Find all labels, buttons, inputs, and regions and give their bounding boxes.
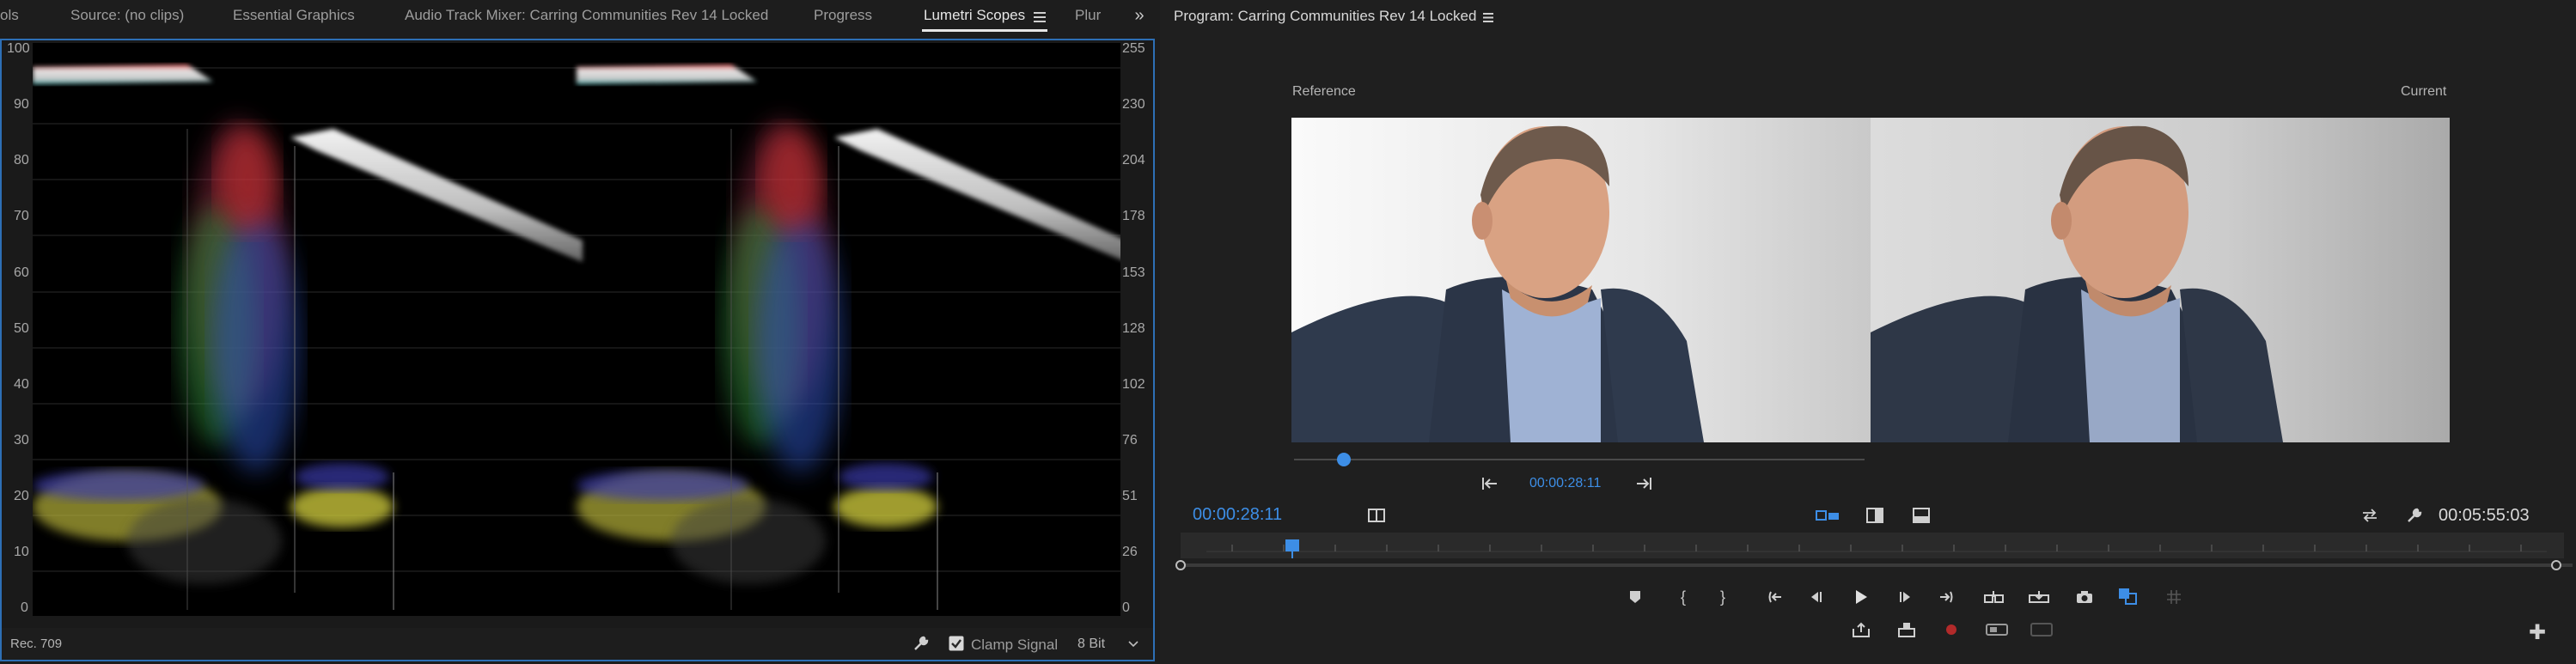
side-by-side-icon[interactable] (1815, 507, 1840, 524)
lumetri-scopes-panel: ols Source: (no clips) Essential Graphic… (0, 0, 1155, 664)
interviewee-image (1291, 125, 1704, 442)
tab-source[interactable]: Source: (no clips) (70, 7, 184, 24)
overwrite-icon[interactable] (2028, 588, 2050, 606)
go-to-in-icon[interactable] (1763, 588, 1784, 606)
right-tick: 128 (1122, 321, 1145, 336)
lift-icon[interactable] (1851, 620, 1871, 639)
right-tick: 204 (1122, 153, 1145, 168)
zoom-handle-right[interactable] (2551, 560, 2561, 570)
vertical-split-icon[interactable] (1865, 505, 1885, 526)
tab-controls[interactable]: ols (0, 7, 19, 24)
record-icon[interactable] (1942, 620, 1961, 639)
left-tick: 0 (21, 600, 28, 615)
add-button-icon[interactable]: ✚ (2528, 621, 2547, 644)
play-icon[interactable] (1851, 587, 1871, 607)
right-tick: 102 (1122, 377, 1145, 392)
bit-depth-dropdown[interactable]: 8 Bit (1069, 633, 1148, 655)
step-back-icon[interactable] (1806, 588, 1825, 606)
playhead-marker[interactable] (1285, 539, 1299, 551)
tab-plur[interactable]: Plur (1075, 7, 1101, 24)
tab-essential-graphics[interactable]: Essential Graphics (233, 7, 355, 24)
insert-icon[interactable] (1983, 588, 2005, 606)
left-tick: 90 (14, 97, 29, 112)
reference-timecode: 00:00:28:11 (1529, 476, 1602, 490)
left-tick: 50 (14, 321, 29, 336)
export-frame-icon[interactable] (2074, 588, 2095, 606)
vr-video-icon[interactable] (2030, 620, 2054, 639)
waveform-scope (33, 43, 1120, 616)
left-tick: 20 (14, 489, 29, 503)
panel-menu-icon[interactable] (1031, 9, 1048, 26)
interviewee-image (1871, 125, 2283, 442)
reference-frame (1291, 118, 1871, 442)
right-tick: 255 (1122, 41, 1145, 56)
tab-bar: ols Source: (no clips) Essential Graphic… (0, 0, 1155, 36)
zoom-scrollbar[interactable] (1181, 563, 2573, 567)
duration-timecode: 00:05:55:03 (2439, 506, 2530, 525)
playhead-line (1291, 551, 1293, 558)
comparison-view-icon[interactable] (2116, 586, 2139, 606)
left-tick: 30 (14, 433, 29, 448)
left-tick: 80 (14, 153, 29, 168)
horizontal-split-icon[interactable] (1911, 505, 1932, 526)
program-monitor-panel: Program: Carring Communities Rev 14 Lock… (1160, 0, 2576, 664)
wrench-icon[interactable] (911, 633, 931, 654)
zoom-handle-left[interactable] (1175, 560, 1186, 570)
toggle-proxies-icon[interactable] (1985, 620, 2009, 639)
right-tick: 0 (1122, 600, 1130, 615)
right-tick: 153 (1122, 265, 1145, 280)
extract-icon[interactable] (1896, 620, 1917, 639)
colorspace-label: Rec. 709 (10, 637, 63, 651)
mark-out-icon[interactable]: } (1713, 588, 1732, 606)
add-marker-icon[interactable] (1626, 588, 1645, 606)
clamp-signal-label: Clamp Signal (971, 637, 1059, 653)
step-forward-icon[interactable] (1896, 588, 1915, 606)
program-title: Program: Carring Communities Rev 14 Lock… (1174, 8, 1477, 24)
active-tab-underline (922, 29, 1047, 32)
right-tick: 26 (1122, 545, 1138, 559)
tab-audio-track-mixer[interactable]: Audio Track Mixer: Carring Communities R… (405, 7, 768, 24)
reference-label: Reference (1292, 84, 1356, 99)
swap-sides-icon[interactable] (2359, 505, 2380, 526)
current-frame (1871, 118, 2450, 442)
right-tick: 51 (1122, 489, 1138, 503)
reference-scrubber-track[interactable] (1294, 459, 1865, 460)
tab-lumetri-scopes[interactable]: Lumetri Scopes (924, 7, 1025, 24)
right-tick: 230 (1122, 97, 1145, 112)
right-tick: 76 (1122, 433, 1138, 448)
fit-frame-icon[interactable] (1366, 505, 1387, 526)
right-tick: 178 (1122, 209, 1145, 223)
left-tick: 40 (14, 377, 29, 392)
wrench-icon[interactable] (2404, 505, 2425, 526)
left-tick: 60 (14, 265, 29, 280)
playhead-timecode[interactable]: 00:00:28:11 (1193, 505, 1282, 525)
mark-in-icon[interactable]: { (1674, 588, 1693, 606)
scope-footer: Rec. 709 Clamp Signal 8 Bit (2, 628, 1153, 660)
clamp-signal-checkbox[interactable] (948, 635, 965, 652)
left-tick: 100 (7, 41, 30, 56)
left-tick: 70 (14, 209, 29, 223)
bit-depth-value: 8 Bit (1077, 637, 1106, 651)
reference-scrubber-handle[interactable] (1337, 453, 1351, 466)
left-tick: 10 (14, 545, 29, 559)
panel-menu-icon[interactable] (1480, 9, 1497, 26)
go-to-previous-edit-icon[interactable] (1480, 473, 1500, 494)
current-label: Current (2401, 84, 2447, 99)
tab-progress[interactable]: Progress (814, 7, 872, 24)
overlay-grid-icon[interactable] (2164, 588, 2184, 606)
time-ruler[interactable] (1181, 533, 2564, 558)
overflow-chevrons-icon[interactable]: » (1129, 5, 1150, 26)
go-to-out-icon[interactable] (1938, 588, 1958, 606)
go-to-next-edit-icon[interactable] (1633, 473, 1654, 494)
chevron-down-icon (1126, 637, 1141, 652)
